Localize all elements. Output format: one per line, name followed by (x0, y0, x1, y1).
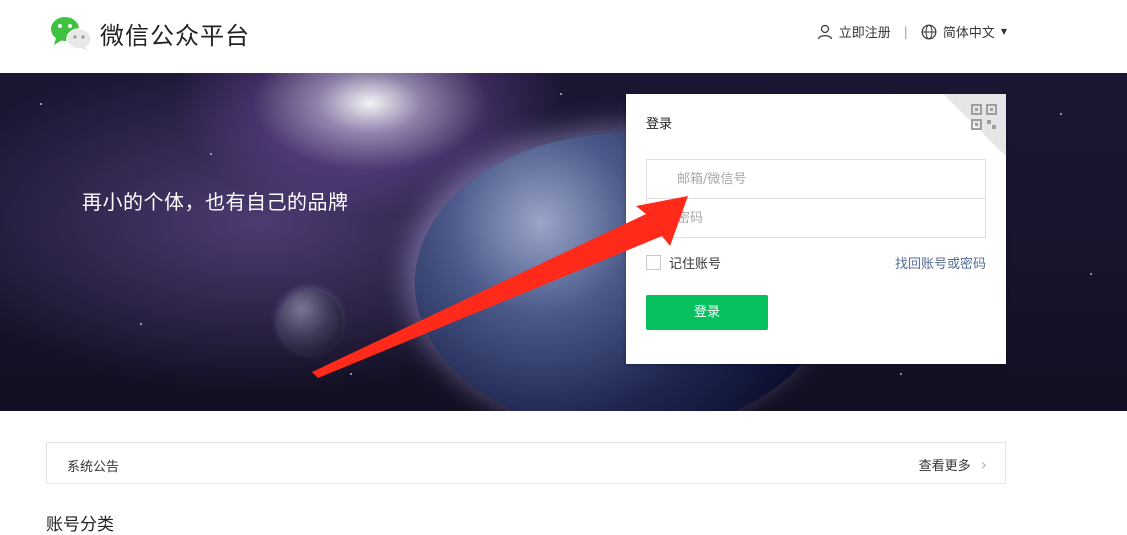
view-more-link[interactable]: 查看更多 › (919, 455, 987, 474)
caret-down-icon: ▼ (1000, 27, 1007, 36)
login-title: 登录 (646, 117, 673, 132)
star-decoration (900, 373, 902, 375)
password-input[interactable] (646, 198, 986, 238)
language-label: 简体中文 (942, 26, 995, 41)
system-notice-bar: 系统公告 查看更多 › (46, 442, 1006, 484)
login-card: 登录 记住账号 找回账号或密码 登录 (626, 94, 1006, 364)
view-more-label: 查看更多 (918, 459, 971, 474)
star-decoration (350, 373, 352, 375)
remember-checkbox[interactable] (646, 255, 661, 270)
top-bar: 微信公众平台 立即注册 | 简体中文 ▼ (0, 0, 1127, 73)
login-button[interactable]: 登录 (646, 295, 768, 330)
register-link[interactable]: 立即注册 (817, 22, 891, 41)
star-decoration (40, 103, 42, 105)
chevron-right-icon: › (980, 454, 987, 474)
qr-code-icon[interactable] (971, 104, 997, 130)
moon-image (279, 290, 343, 354)
top-nav: 立即注册 | 简体中文 ▼ (817, 22, 1007, 41)
logo-text: 微信公众平台 (100, 21, 250, 50)
section-title: 账号分类 (46, 515, 114, 535)
language-selector[interactable]: 简体中文 ▼ (921, 22, 1007, 41)
account-input[interactable] (646, 159, 986, 199)
forgot-password-link[interactable]: 找回账号或密码 (895, 253, 986, 272)
star-decoration (210, 153, 212, 155)
notice-title: 系统公告 (67, 460, 120, 475)
banner-slogan: 再小的个体，也有自己的品牌 (82, 190, 349, 214)
nav-divider: | (903, 24, 908, 39)
star-decoration (140, 323, 142, 325)
remember-account[interactable]: 记住账号 (646, 253, 721, 272)
globe-icon (921, 24, 937, 39)
star-decoration (1090, 273, 1092, 275)
user-icon (817, 24, 832, 39)
star-decoration (1060, 113, 1062, 115)
remember-label: 记住账号 (669, 257, 722, 272)
star-decoration (560, 93, 562, 95)
wechat-logo-icon (51, 17, 92, 51)
logo[interactable]: 微信公众平台 (50, 15, 250, 51)
register-label: 立即注册 (838, 26, 891, 41)
